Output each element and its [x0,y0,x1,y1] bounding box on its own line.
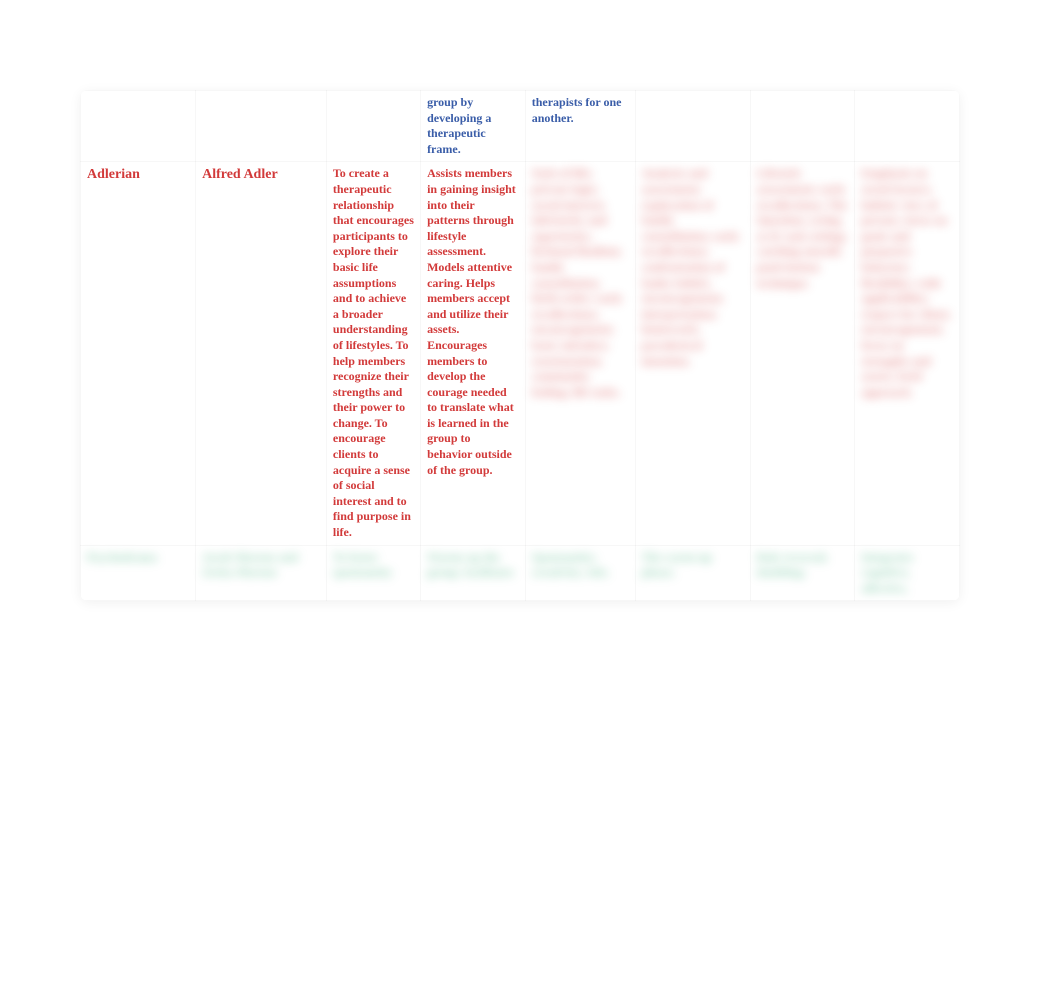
blurred-cell: Warms up the group; facilitates [421,545,526,601]
table-row: Adlerian Alfred Adler To create a therap… [81,162,960,545]
blurred-cell: Analysis and assessment; exploration of … [635,162,750,545]
cell: Assists members in gaining insight into … [421,162,526,545]
blurred-cell: Emphasis on social factors; holistic vie… [855,162,960,545]
theory-name: Adlerian [81,162,196,545]
blurred-cell: Jacob Moreno and Zerka Moreno [196,545,327,601]
cell [326,91,420,162]
cell [750,91,855,162]
blurred-cell: Style of life; private logic; social int… [525,162,635,545]
blurred-cell: The warm-up phase; [635,545,750,601]
cell [196,91,327,162]
theorist-name: Alfred Adler [196,162,327,545]
blurred-cell: Spontaneity; creativity; tele; [525,545,635,601]
cell: To create a therapeutic relationship tha… [326,162,420,545]
cell: therapists for one another. [525,91,635,162]
table-row: group by developing a therapeutic frame.… [81,91,960,162]
blurred-cell: Lifestyle assessment; early recollection… [750,162,855,545]
table-row: Psychodrama Jacob Moreno and Zerka Moren… [81,545,960,601]
theories-table: group by developing a therapeutic frame.… [80,90,960,601]
document-page: group by developing a therapeutic frame.… [80,90,960,601]
cell: group by developing a therapeutic frame. [421,91,526,162]
blurred-cell: Integrates cognitive, affective, [855,545,960,601]
blurred-cell: Psychodrama [81,545,196,601]
cell [81,91,196,162]
cell [635,91,750,162]
cell [855,91,960,162]
blurred-cell: To foster spontaneity [326,545,420,601]
blurred-cell: Role reversal; doubling; [750,545,855,601]
